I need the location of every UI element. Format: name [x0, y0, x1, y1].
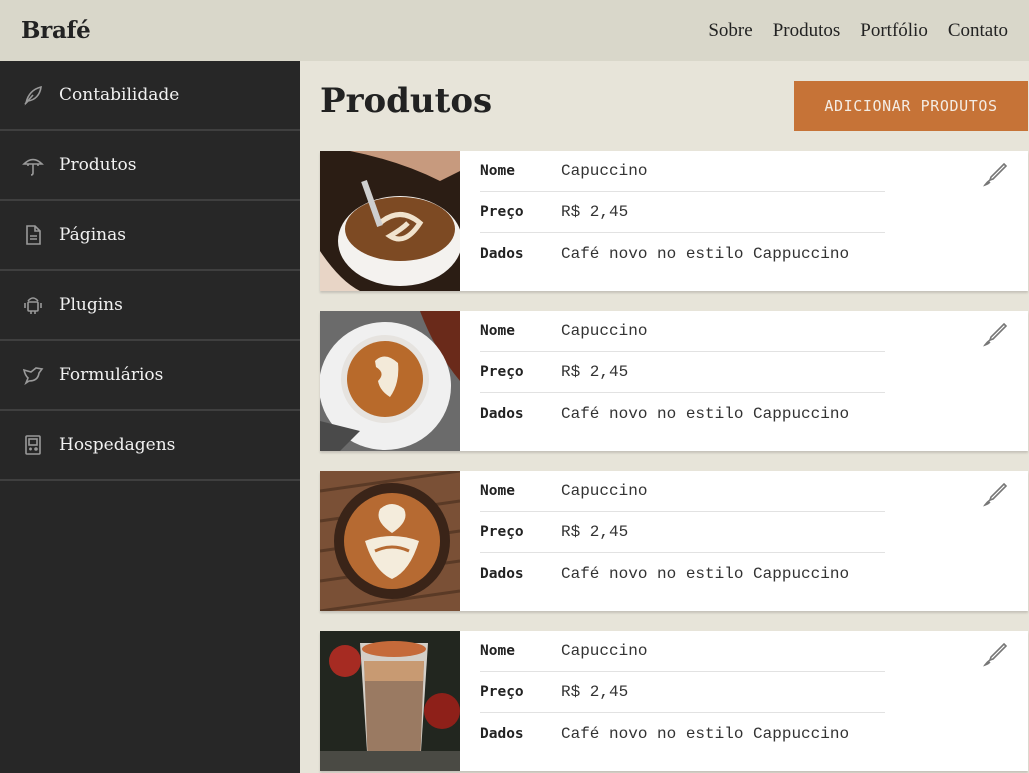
sidebar-item-hospedagens[interactable]: Hospedagens: [0, 411, 300, 481]
product-image: [320, 631, 460, 771]
field-label: Preço: [480, 684, 524, 700]
field-label: Dados: [480, 565, 524, 582]
field-value: Capuccino: [561, 162, 648, 180]
field-label: Preço: [480, 204, 524, 220]
sidebar-item-label: Hospedagens: [59, 435, 176, 455]
sidebar-item-label: Contabilidade: [59, 85, 180, 105]
field-value: R$ 2,45: [561, 363, 629, 381]
nav-link-produtos[interactable]: Produtos: [773, 20, 841, 42]
product-fields: Nome Capuccino Preço R$ 2,45 Dados Café …: [460, 631, 885, 771]
field-row-price: Preço R$ 2,45: [480, 512, 885, 553]
gameboy-icon: [22, 434, 44, 456]
field-label: Nome: [480, 163, 515, 179]
field-value: R$ 2,45: [561, 203, 629, 221]
sidebar-item-contabilidade[interactable]: Contabilidade: [0, 61, 300, 131]
sidebar-item-paginas[interactable]: Páginas: [0, 201, 300, 271]
nav-link-portfolio[interactable]: Portfólio: [860, 20, 928, 42]
field-value: Café novo no estilo Cappuccino: [561, 244, 850, 263]
field-value: R$ 2,45: [561, 523, 629, 541]
product-image: [320, 311, 460, 451]
product-card: Nome Capuccino Preço R$ 2,45 Dados Café …: [320, 471, 1028, 611]
sidebar-item-label: Plugins: [59, 295, 123, 315]
sidebar: Contabilidade Produtos Páginas Plugins F…: [0, 61, 300, 773]
field-value: Café novo no estilo Cappuccino: [561, 564, 850, 583]
field-row-price: Preço R$ 2,45: [480, 352, 885, 393]
field-label: Preço: [480, 524, 524, 540]
field-value: Capuccino: [561, 322, 648, 340]
sidebar-item-label: Produtos: [59, 155, 137, 175]
field-row-data: Dados Café novo no estilo Cappuccino: [480, 393, 885, 434]
field-value: Capuccino: [561, 482, 648, 500]
field-row-data: Dados Café novo no estilo Cappuccino: [480, 233, 885, 274]
sidebar-item-formularios[interactable]: Formulários: [0, 341, 300, 411]
nav-link-sobre[interactable]: Sobre: [708, 20, 752, 42]
product-image: [320, 471, 460, 611]
product-list: Nome Capuccino Preço R$ 2,45 Dados Café …: [320, 151, 1028, 773]
leaf-icon: [22, 84, 44, 106]
field-label: Nome: [480, 643, 515, 659]
field-value: Café novo no estilo Cappuccino: [561, 404, 850, 423]
field-row-data: Dados Café novo no estilo Cappuccino: [480, 553, 885, 594]
nav-link-contato[interactable]: Contato: [948, 20, 1008, 42]
sidebar-item-label: Formulários: [59, 365, 164, 385]
field-row-data: Dados Café novo no estilo Cappuccino: [480, 713, 885, 754]
product-card: Nome Capuccino Preço R$ 2,45 Dados Café …: [320, 151, 1028, 291]
edit-pencil-icon[interactable]: [982, 161, 1008, 187]
add-products-button[interactable]: ADICIONAR PRODUTOS: [794, 81, 1028, 131]
product-card: Nome Capuccino Preço R$ 2,45 Dados Café …: [320, 311, 1028, 451]
field-label: Nome: [480, 483, 515, 499]
sidebar-item-produtos[interactable]: Produtos: [0, 131, 300, 201]
sidebar-item-plugins[interactable]: Plugins: [0, 271, 300, 341]
brand-logo[interactable]: Brafé: [21, 17, 91, 44]
field-label: Preço: [480, 364, 524, 380]
product-fields: Nome Capuccino Preço R$ 2,45 Dados Café …: [460, 311, 885, 451]
edit-pencil-icon[interactable]: [982, 641, 1008, 667]
field-row-name: Nome Capuccino: [480, 631, 885, 672]
field-label: Dados: [480, 725, 524, 742]
field-value: Café novo no estilo Cappuccino: [561, 724, 850, 743]
field-label: Dados: [480, 245, 524, 262]
field-label: Nome: [480, 323, 515, 339]
sidebar-item-label: Páginas: [59, 225, 126, 245]
field-row-name: Nome Capuccino: [480, 311, 885, 352]
field-row-price: Preço R$ 2,45: [480, 672, 885, 713]
document-icon: [22, 224, 44, 246]
field-row-name: Nome Capuccino: [480, 471, 885, 512]
product-image: [320, 151, 460, 291]
top-nav: Sobre Produtos Portfólio Contato: [688, 20, 1008, 42]
android-icon: [22, 294, 44, 316]
product-card: Nome Capuccino Preço R$ 2,45 Dados Café …: [320, 631, 1028, 771]
field-row-name: Nome Capuccino: [480, 151, 885, 192]
field-label: Dados: [480, 405, 524, 422]
product-fields: Nome Capuccino Preço R$ 2,45 Dados Café …: [460, 151, 885, 291]
umbrella-icon: [22, 154, 44, 176]
main-content: Produtos ADICIONAR PRODUTOS Nome Capucci…: [300, 61, 1029, 773]
product-fields: Nome Capuccino Preço R$ 2,45 Dados Café …: [460, 471, 885, 611]
field-value: Capuccino: [561, 642, 648, 660]
field-value: R$ 2,45: [561, 683, 629, 701]
field-row-price: Preço R$ 2,45: [480, 192, 885, 233]
edit-pencil-icon[interactable]: [982, 481, 1008, 507]
edit-pencil-icon[interactable]: [982, 321, 1008, 347]
top-bar: Brafé Sobre Produtos Portfólio Contato: [0, 0, 1029, 61]
bird-icon: [22, 364, 44, 386]
page-title: Produtos: [320, 81, 493, 121]
